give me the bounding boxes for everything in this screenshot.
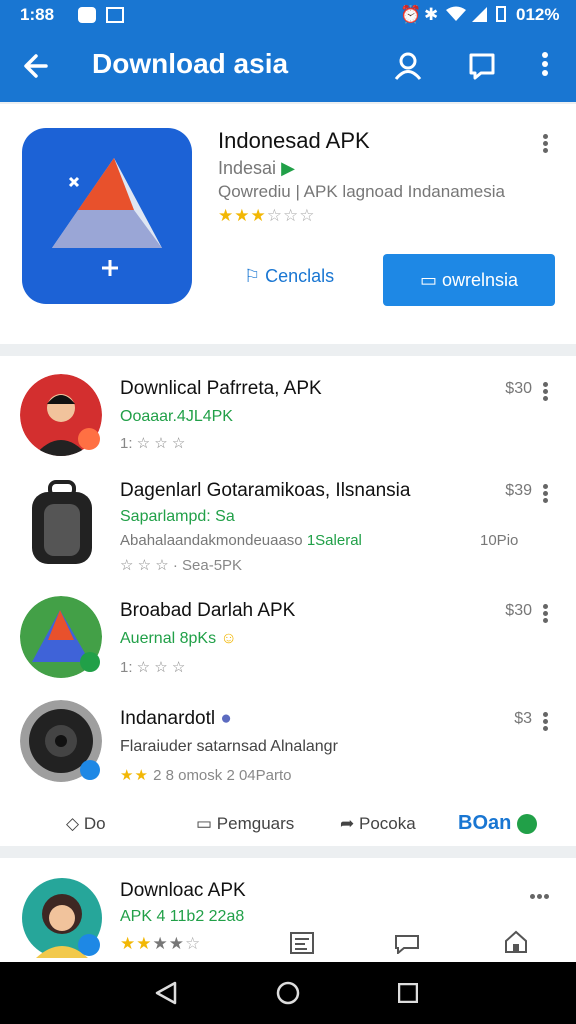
battery-level: 012%: [516, 5, 560, 24]
nav-home-icon[interactable]: [276, 981, 300, 1005]
home-icon[interactable]: [504, 930, 528, 954]
app-price: $30: [505, 602, 532, 619]
list-item[interactable]: Downlical Pafrreta, APK Ooaaar.4JL4PK 1:…: [0, 356, 576, 468]
app-size: 10Pio: [480, 532, 519, 549]
share-icon: ➦: [340, 814, 355, 833]
app-price: $39: [505, 482, 532, 499]
featured-description: Qowrediu | APK lagnoad Indanamesia: [218, 182, 505, 201]
app-developer: Saparlampd: Sa: [120, 508, 235, 525]
overflow-menu-icon[interactable]: [542, 52, 548, 76]
app-rating: 1: ☆ ☆ ☆: [120, 435, 186, 452]
signal-icon: [472, 7, 487, 22]
app-name: Dagenlarl Gotaramikoas, Ilsnansia: [120, 480, 411, 501]
gallery-icon: [106, 7, 124, 23]
app-developer: APK 4 11b2 22a8: [120, 908, 245, 925]
app-description: Abahalaandakmondeuaaso 1Saleral: [120, 532, 362, 549]
notification-icon: [78, 7, 96, 23]
featured-developer-name: Indesai: [218, 158, 277, 178]
account-icon[interactable]: [392, 50, 424, 82]
action-row: ◇ Do ▭ Pemguars ➦ Pocoka BOan: [0, 804, 576, 844]
app-name: Indanardotl ●: [120, 708, 232, 730]
verified-icon: [80, 760, 100, 780]
app-name: Downlical Pafrreta, APK: [120, 378, 322, 399]
app-bar: Download asia: [0, 30, 576, 102]
flag-icon: ⚐: [244, 266, 261, 286]
app-description-text: Abahalaandakmondeuaaso: [120, 532, 303, 549]
badge-icon: [78, 428, 100, 450]
verified-icon: ▶: [281, 158, 295, 178]
app-rating: ★★ 2 8 omosk 2 04Parto: [120, 766, 292, 784]
featured-app-icon: [22, 128, 192, 304]
list-item[interactable]: Broabad Darlah APK Auernal 8pKs ☺ 1: ☆ ☆…: [0, 588, 576, 700]
app-name: Broabad Darlah APK: [120, 600, 296, 621]
app-name-text: Indanardotl: [120, 708, 216, 729]
chat-icon[interactable]: [394, 932, 420, 954]
app-name: Downloac APK: [120, 880, 246, 901]
bluetooth-icon: ✱: [424, 5, 439, 24]
app-developer-text: Auernal 8pKs: [120, 630, 217, 647]
bottom-app-card[interactable]: Downloac APK APK 4 11b2 22a8 ★★★★☆: [0, 858, 576, 962]
featured-secondary-button[interactable]: ⚐ Cenclals: [244, 266, 334, 287]
back-arrow-icon[interactable]: [20, 50, 52, 82]
message-icon[interactable]: [466, 50, 498, 82]
list-item[interactable]: Dagenlarl Gotaramikoas, Ilsnansia Saparl…: [0, 468, 576, 580]
pengurals-label: Pemguars: [216, 814, 295, 833]
featured-secondary-label: Cenclals: [265, 266, 335, 286]
nav-back-icon[interactable]: [154, 980, 178, 1006]
more-icon[interactable]: [541, 602, 549, 624]
app-price: $3: [514, 710, 532, 727]
featured-primary-button[interactable]: ▭ owrelnsia: [383, 254, 555, 306]
nav-recents-icon[interactable]: [398, 983, 418, 1003]
featured-app-name: Indonesad APK: [218, 128, 370, 153]
check-icon: [516, 813, 537, 834]
featured-more-icon[interactable]: [541, 132, 549, 154]
pocoka-label: Pocoka: [358, 814, 416, 833]
app-developer: Flaraiuder satarnsad Alnalangr: [120, 738, 338, 755]
pocoka-button[interactable]: ➦ Pocoka: [340, 814, 416, 834]
alarm-icon: ⏰: [400, 5, 422, 24]
verified-icon: [78, 934, 100, 956]
wifi-icon: [446, 6, 466, 21]
system-nav-bar: [0, 962, 576, 1024]
app-description-tag: 1Saleral: [306, 532, 362, 549]
list-item[interactable]: Indanardotl ● Flaraiuder satarnsad Alnal…: [0, 696, 576, 808]
emoji-icon: ☺: [220, 630, 237, 647]
do-label: Do: [83, 814, 106, 833]
download-icon: ▭: [419, 270, 437, 290]
featured-app-card[interactable]: Indonesad APK Indesai ▶ Qowrediu | APK l…: [0, 104, 576, 344]
more-icon[interactable]: [541, 482, 549, 504]
featured-primary-label: owrelnsia: [441, 270, 519, 290]
app-price: $30: [505, 380, 532, 397]
rating-stars: ★★: [120, 767, 149, 784]
featured-developer: Indesai ▶: [218, 158, 295, 179]
status-time: 1:88: [20, 5, 55, 24]
comment-icon: ▭: [196, 814, 213, 833]
more-icon[interactable]: [541, 380, 549, 402]
app-rating: ☆ ☆ ☆ · Sea-5PK: [120, 557, 243, 574]
list-icon[interactable]: [290, 932, 314, 954]
backpack-icon: [32, 480, 92, 564]
verified-icon: [80, 652, 100, 672]
app-developer: Ooaaar.4JL4PK: [120, 408, 233, 425]
app-rating: 1: ☆ ☆ ☆: [120, 659, 186, 676]
app-list-card: Downlical Pafrreta, APK Ooaaar.4JL4PK 1:…: [0, 356, 576, 846]
featured-rating-stars: ★★★☆☆☆: [218, 206, 316, 225]
app-rating-text: 2 8 omosk 2 04Parto: [153, 767, 292, 784]
battery-icon: [496, 6, 506, 22]
boan-label: BOan: [458, 812, 512, 834]
more-horizontal-icon[interactable]: [530, 886, 549, 904]
app-rating-stars: ★★★★☆: [120, 934, 202, 953]
more-icon[interactable]: [541, 710, 549, 732]
tag-icon: ◇: [66, 814, 80, 833]
page-title: Download asia: [92, 48, 289, 79]
app-developer: Auernal 8pKs ☺: [120, 630, 237, 648]
do-button[interactable]: ◇ Do: [66, 814, 106, 834]
status-bar: 1:88 ⏰ ✱ 012%: [0, 0, 576, 30]
emoji-icon: ●: [220, 708, 232, 729]
boan-button[interactable]: BOan: [458, 812, 537, 835]
pengurals-button[interactable]: ▭ Pemguars: [196, 814, 294, 834]
